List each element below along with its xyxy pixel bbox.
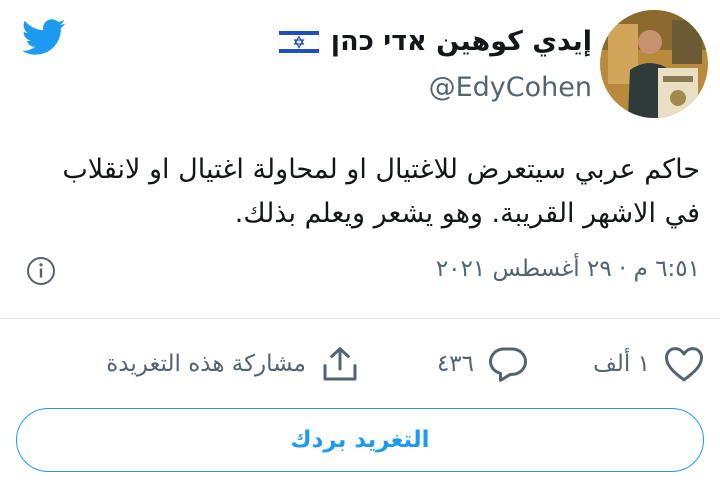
author-display-name[interactable]: إيدي كوهين אדי כהן: [331, 26, 592, 57]
reply-count: ٤٣٦: [436, 351, 474, 377]
author-handle[interactable]: @EdyCohen: [429, 72, 592, 103]
twitter-bird-icon: [21, 19, 66, 55]
share-icon: [323, 347, 357, 381]
author-name-row: إيدي كوهين אדי כהן: [278, 26, 592, 57]
share-action[interactable]: مشاركة هذه التغريدة: [106, 338, 360, 390]
like-action[interactable]: ١ ألف: [593, 338, 704, 390]
reply-button[interactable]: التغريد بردك: [16, 408, 704, 472]
israel-flag-icon: [278, 27, 319, 56]
reply-action[interactable]: ٤٣٦: [437, 338, 528, 390]
heart-icon: [665, 347, 703, 382]
avatar-image: [600, 10, 708, 118]
like-count: ١ ألف: [593, 351, 650, 377]
reply-button-label: التغريد بردك: [290, 427, 430, 453]
share-label: مشاركة هذه التغريدة: [106, 351, 306, 377]
tweet-text: حاكم عربي سيتعرض للاغتيال او لمحاولة اغت…: [62, 154, 700, 229]
tweet-timestamp[interactable]: ٦:٥١ م · ٢٩ أغسطس ٢٠٢١: [436, 256, 700, 282]
reply-bubble-icon: [489, 347, 527, 382]
profile-avatar[interactable]: [600, 10, 708, 118]
divider: [0, 318, 720, 319]
tweet-actions: ١ ألف ٤٣٦ مشاركة هذه التغريدة: [0, 338, 720, 390]
info-icon[interactable]: [26, 256, 56, 286]
